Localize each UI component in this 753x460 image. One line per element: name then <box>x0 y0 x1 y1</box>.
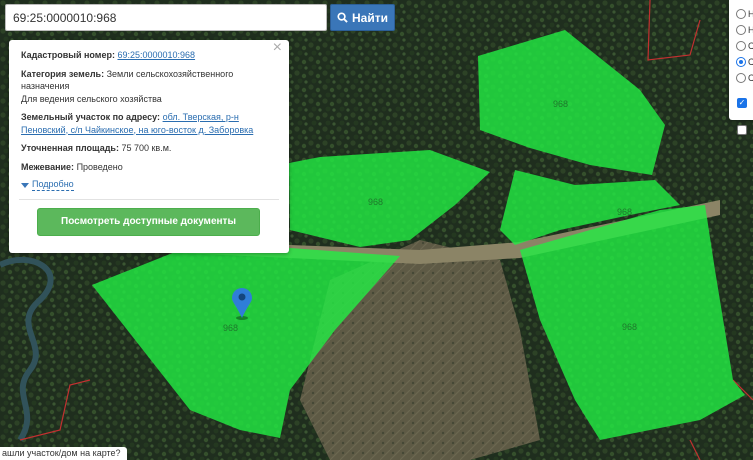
cadastral-link[interactable]: 69:25:0000010:968 <box>117 50 195 60</box>
search-button-label: Найти <box>352 10 388 25</box>
bottom-hint[interactable]: ашли участок/дом на карте? <box>0 447 127 460</box>
category-row: Категория земель: Земли сельскохозяйстве… <box>21 68 277 106</box>
parcel-label: 968 <box>617 207 632 217</box>
radio-button-selected[interactable] <box>736 57 746 67</box>
view-documents-button[interactable]: Посмотреть доступные документы <box>37 208 260 236</box>
search-button[interactable]: Найти <box>330 4 395 31</box>
cadastral-label: Кадастровый номер: <box>21 50 115 60</box>
search-input[interactable] <box>6 5 326 30</box>
parcel-label: 968 <box>368 197 383 207</box>
survey-value: Проведено <box>76 161 123 172</box>
address-row: Земельный участок по адресу: обл. Тверск… <box>21 111 277 136</box>
survey-row: Межевание: Проведено <box>21 161 277 174</box>
parcel-label: 968 <box>622 322 637 332</box>
search-icon <box>337 12 348 23</box>
radio-button[interactable] <box>736 41 746 51</box>
radio-button[interactable] <box>736 25 746 35</box>
layer-option-selected[interactable]: С <box>736 57 753 67</box>
layer-switcher: Н Н С С С ✓ <box>729 0 753 135</box>
address-label: Земельный участок по адресу: <box>21 112 161 122</box>
search-field[interactable] <box>5 4 327 31</box>
details-toggle[interactable]: Подробно <box>21 179 277 191</box>
area-value: 75 700 кв.м. <box>121 143 172 153</box>
area-label: Уточненная площадь: <box>21 143 119 153</box>
layer-checkbox-checked[interactable]: ✓ <box>737 98 747 108</box>
layer-option[interactable]: Н <box>736 9 753 19</box>
parcel-label: 968 <box>553 99 568 109</box>
details-link[interactable]: Подробно <box>32 179 74 191</box>
radio-button[interactable] <box>736 9 746 19</box>
parcel-label: 968 <box>223 323 238 333</box>
cadastral-row: Кадастровый номер: 69:25:0000010:968 <box>21 49 277 62</box>
radio-button[interactable] <box>736 73 746 83</box>
survey-label: Межевание: <box>21 161 75 172</box>
layer-option[interactable]: С <box>736 41 753 51</box>
divider <box>19 199 279 200</box>
area-row: Уточненная площадь: 75 700 кв.м. <box>21 142 277 155</box>
category-label: Категория земель: <box>21 68 105 79</box>
layer-option-label: С <box>748 57 753 67</box>
layer-option[interactable]: С <box>736 73 753 83</box>
layer-option-label: Н <box>748 9 753 19</box>
parcel-info-popup: × Кадастровый номер: 69:25:0000010:968 К… <box>9 40 289 253</box>
layer-option-label: Н <box>748 25 753 35</box>
layer-option[interactable]: Н <box>736 25 753 35</box>
category-usage: Для ведения сельского хозяйства <box>21 93 162 104</box>
close-icon[interactable]: × <box>273 40 282 55</box>
caret-down-icon <box>21 182 29 188</box>
layer-option-label: С <box>748 41 753 51</box>
layer-option-label: С <box>748 73 753 83</box>
layer-checkbox[interactable] <box>737 125 747 135</box>
